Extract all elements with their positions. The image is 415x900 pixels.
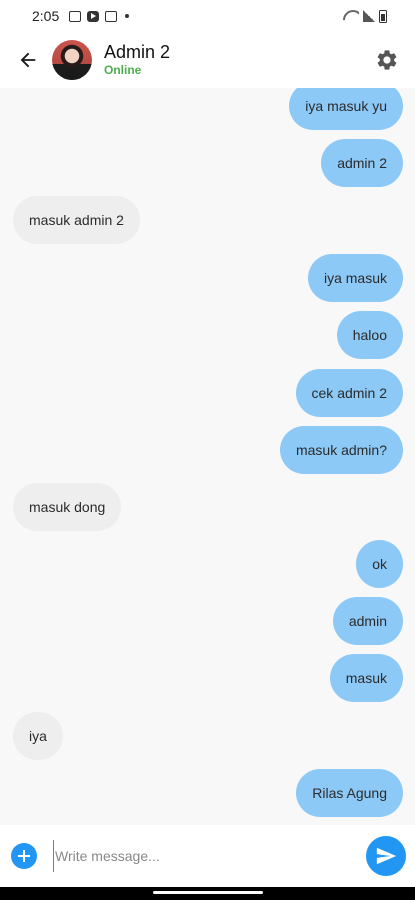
youtube-notification-icon [87, 10, 100, 22]
message-bubble-sent[interactable]: ok [356, 540, 403, 588]
settings-button[interactable] [373, 46, 401, 74]
message-bubble-sent[interactable]: admin [332, 597, 403, 645]
plus-icon [18, 850, 30, 862]
message-text: masuk [345, 670, 387, 686]
contact-status: Online [104, 63, 142, 77]
message-bubble-sent[interactable]: masuk admin? [279, 426, 403, 474]
message-bubble-received[interactable]: masuk admin 2 [13, 196, 140, 244]
contact-avatar[interactable] [52, 40, 92, 80]
message-bubble-received[interactable]: masuk dong [13, 483, 122, 531]
message-list[interactable]: iya masuk yu admin 2 masuk admin 2 iya m… [0, 88, 415, 825]
image-notification-icon [69, 10, 82, 22]
message-text: iya [29, 728, 47, 744]
message-bubble-sent[interactable]: iya masuk yu [289, 88, 403, 130]
message-bubble-sent[interactable]: masuk [329, 654, 403, 702]
add-attachment-button[interactable] [11, 843, 37, 869]
message-bubble-received[interactable]: iya [13, 712, 63, 760]
message-text: admin 2 [337, 155, 387, 171]
send-icon [376, 847, 397, 865]
message-input[interactable] [53, 840, 343, 872]
message-text: iya masuk [323, 270, 387, 286]
message-bubble-sent[interactable]: Rilas Agung [296, 769, 403, 817]
wifi-icon [343, 10, 359, 22]
message-text: Rilas Agung [312, 785, 387, 801]
contact-name: Admin 2 [104, 42, 171, 62]
message-text: admin [348, 613, 387, 629]
contact-info[interactable]: Admin 2 Online [104, 42, 170, 78]
message-text: iya masuk yu [305, 98, 387, 114]
send-button[interactable] [366, 836, 406, 876]
gear-icon [377, 50, 397, 70]
status-bar: 2:05 [0, 0, 415, 32]
message-text: ok [372, 556, 387, 572]
message-text: cek admin 2 [311, 385, 387, 401]
message-bubble-sent[interactable]: iya masuk [307, 254, 403, 302]
composer-bar [0, 825, 415, 887]
message-bubble-sent[interactable]: cek admin 2 [295, 369, 403, 417]
message-bubble-sent[interactable]: admin 2 [321, 139, 403, 187]
more-notifications-icon [125, 14, 130, 18]
message-text: masuk dong [29, 499, 106, 515]
status-time: 2:05 [32, 8, 60, 24]
chat-header: Admin 2 Online [0, 32, 415, 88]
message-text: haloo [352, 327, 387, 343]
home-gesture-handle[interactable] [153, 891, 263, 894]
signal-icon [363, 10, 375, 22]
arrow-back-icon [20, 52, 36, 68]
gallery-notification-icon [105, 10, 118, 22]
battery-icon [379, 9, 387, 23]
navigation-bar [0, 887, 415, 900]
message-text: masuk admin? [295, 442, 387, 458]
message-bubble-sent[interactable]: haloo [336, 311, 403, 359]
back-button[interactable] [4, 36, 52, 84]
message-text: masuk admin 2 [29, 212, 124, 228]
